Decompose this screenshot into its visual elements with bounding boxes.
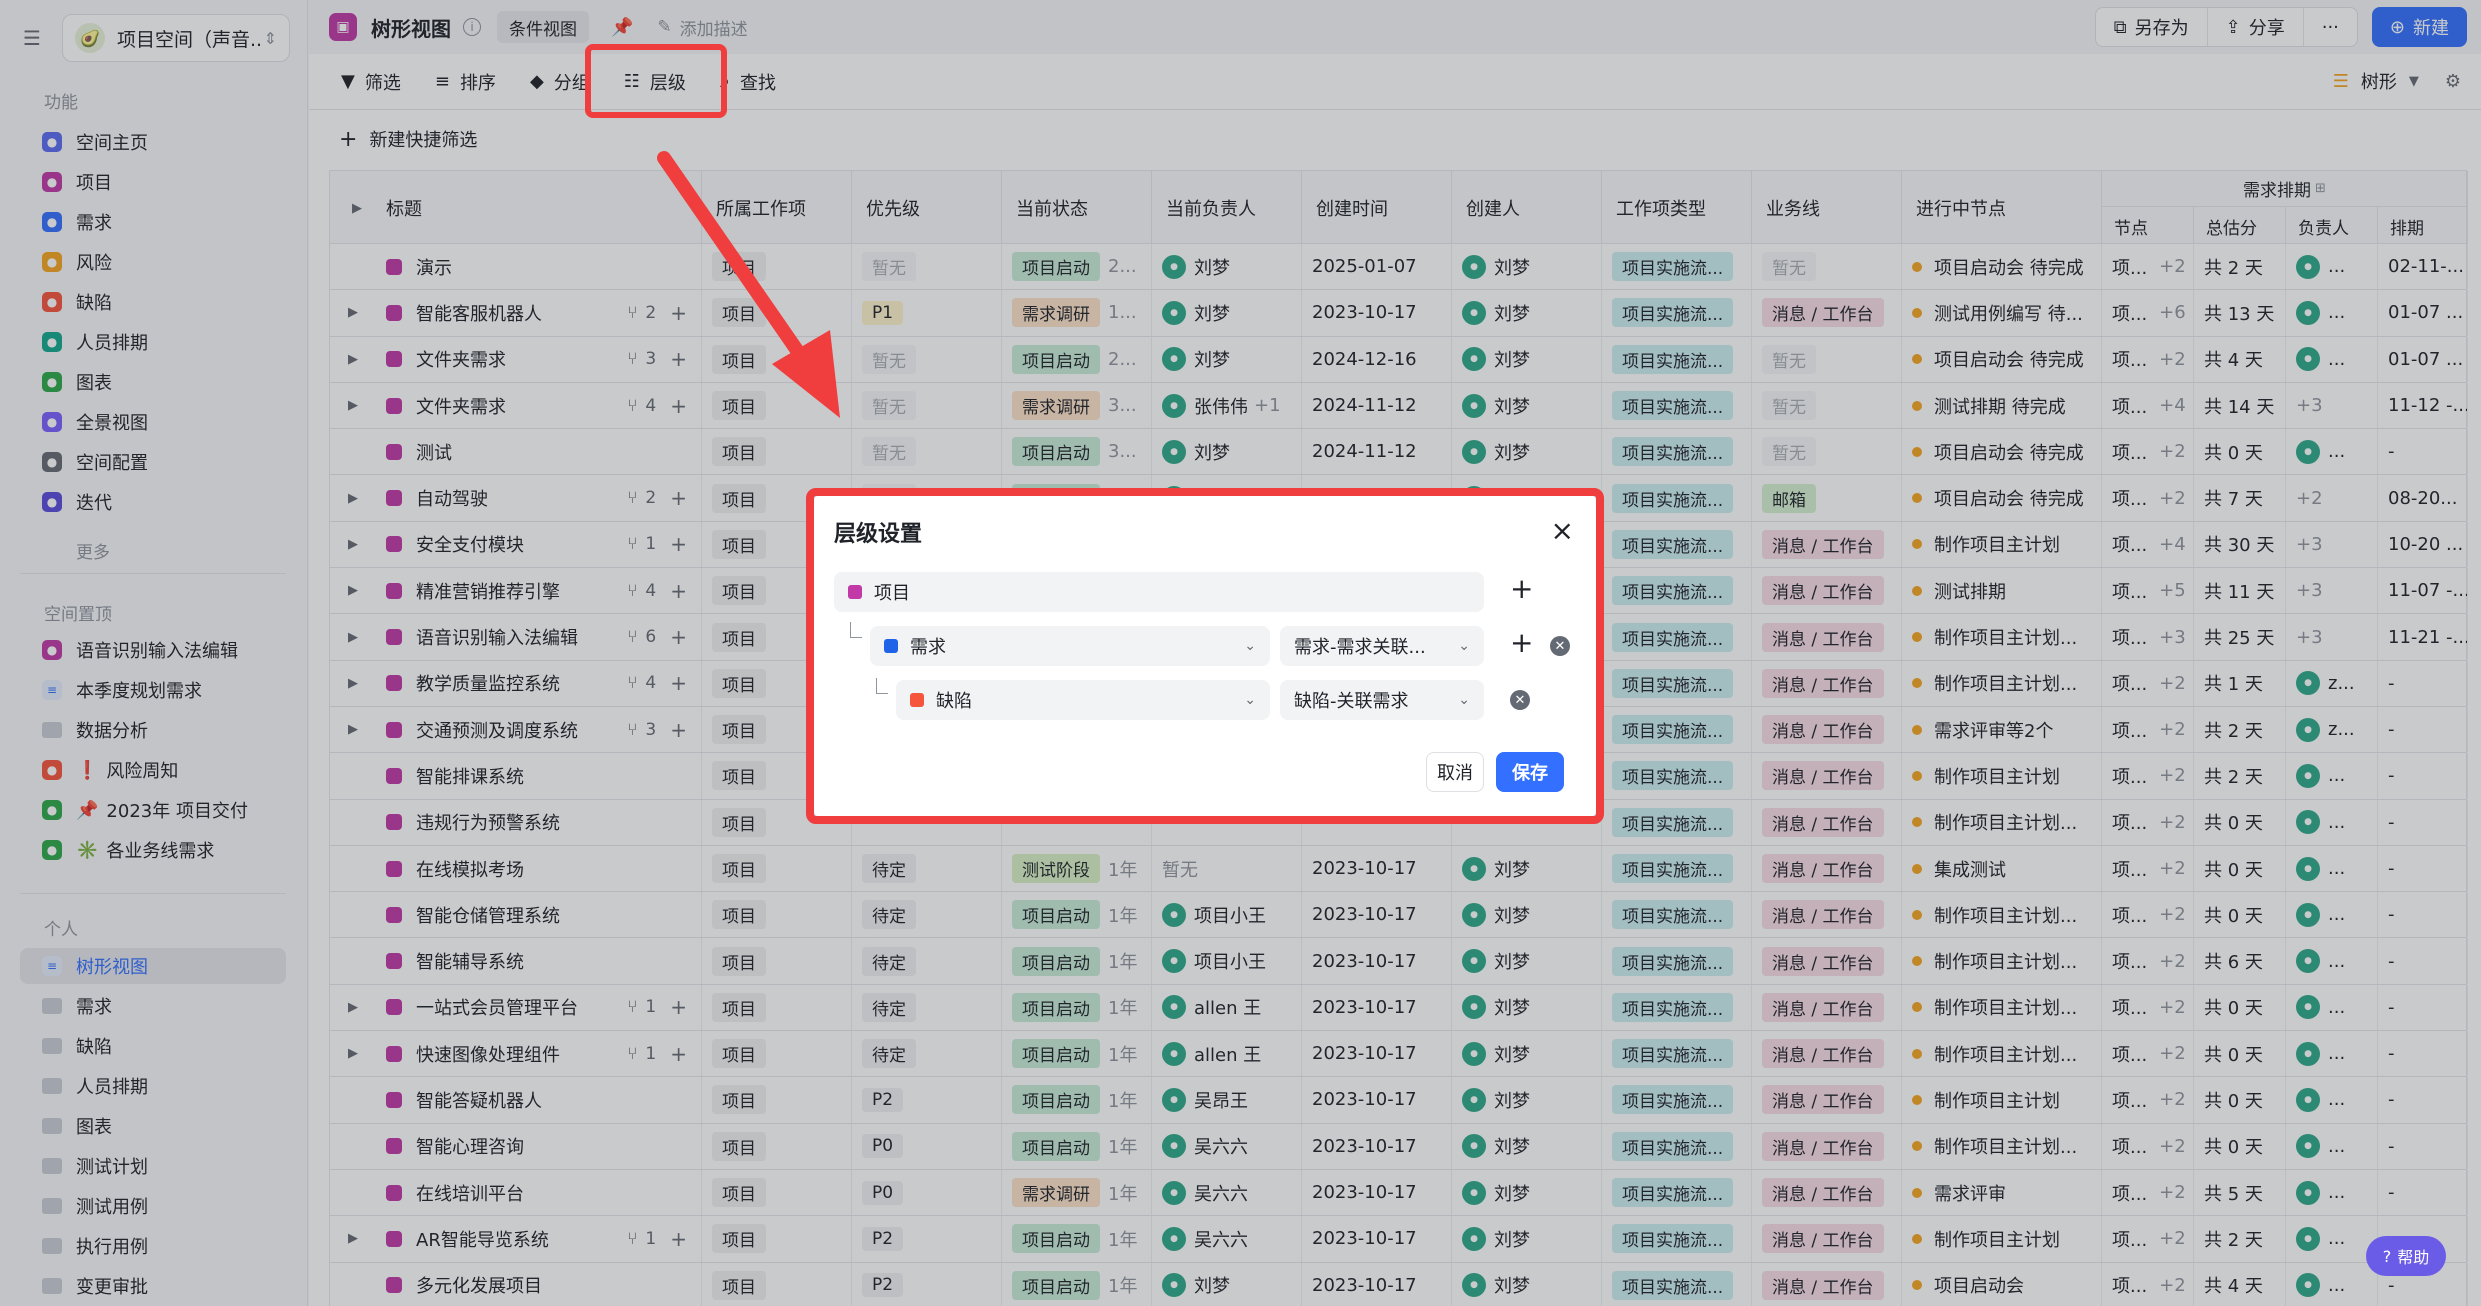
- remove-level-icon[interactable]: ✕: [1510, 690, 1530, 710]
- level-3-label: 缺陷: [936, 691, 972, 712]
- tree-branch-line: [850, 622, 862, 638]
- tree-branch-line: [876, 678, 888, 694]
- level-2-relation-select[interactable]: 需求-需求关联... ⌄: [1280, 626, 1484, 666]
- level-1-label: 项目: [874, 583, 910, 604]
- level-3-relation-select[interactable]: 缺陷-关联需求 ⌄: [1280, 680, 1484, 720]
- chevron-down-icon: ⌄: [1244, 692, 1256, 708]
- level-2-select[interactable]: 需求 ⌄: [870, 626, 1270, 666]
- level-2-label: 需求: [910, 637, 946, 658]
- level-2-relation-label: 需求-需求关联...: [1294, 637, 1426, 658]
- hierarchy-settings-dialog: 层级设置 × 项目 + 需求 ⌄ 需求-需求关联... ⌄ + ✕ 缺陷 ⌄ 缺…: [814, 496, 1596, 816]
- dialog-title: 层级设置: [834, 522, 923, 547]
- close-icon[interactable]: ×: [1551, 514, 1574, 547]
- level-3-select[interactable]: 缺陷 ⌄: [896, 680, 1270, 720]
- chevron-down-icon: ⌄: [1458, 692, 1470, 708]
- requirement-type-icon: [884, 639, 898, 653]
- help-button[interactable]: ? 帮助: [2366, 1236, 2446, 1276]
- level-3-relation-label: 缺陷-关联需求: [1294, 691, 1409, 712]
- annotation-highlight-box: [585, 44, 727, 118]
- level-1-select[interactable]: 项目: [834, 572, 1484, 612]
- cancel-button[interactable]: 取消: [1426, 752, 1484, 792]
- add-level-icon[interactable]: +: [1510, 572, 1533, 605]
- add-sublevel-icon[interactable]: +: [1510, 626, 1533, 659]
- project-type-icon: [848, 585, 862, 599]
- help-icon: ?: [2382, 1246, 2392, 1266]
- save-button[interactable]: 保存: [1496, 752, 1564, 792]
- chevron-down-icon: ⌄: [1458, 638, 1470, 654]
- remove-level-icon[interactable]: ✕: [1550, 636, 1570, 656]
- chevron-down-icon: ⌄: [1244, 638, 1256, 654]
- help-label: 帮助: [2397, 1248, 2430, 1267]
- annotation-arrow: [657, 151, 840, 418]
- bug-type-icon: [910, 693, 924, 707]
